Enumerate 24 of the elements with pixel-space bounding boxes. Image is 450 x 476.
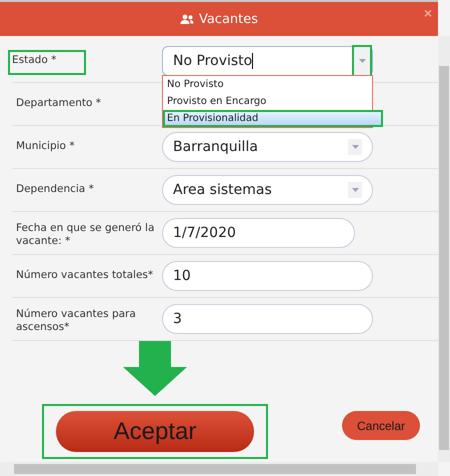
dropdown-option[interactable]: No Provisto — [163, 76, 372, 93]
users-icon — [180, 14, 194, 24]
select-field[interactable]: No Provisto — [162, 46, 373, 76]
horizontal-scrollbar[interactable] — [0, 462, 438, 476]
field-label: Estado * — [8, 50, 86, 75]
caret-icon[interactable] — [354, 47, 370, 75]
select-field[interactable]: Barranquilla — [162, 132, 373, 162]
button[interactable]: Cancelar — [342, 411, 420, 440]
field-label: Número vacantes totales* — [15, 268, 154, 283]
caret-icon[interactable] — [348, 182, 362, 198]
input-field[interactable]: 10 — [162, 261, 373, 291]
field-label: Dependencia * — [15, 182, 95, 197]
caret-icon[interactable] — [348, 139, 362, 155]
field-label: Departamento * — [15, 96, 102, 111]
dropdown-option[interactable]: Provisto en Encargo — [163, 93, 372, 110]
dropdown-option[interactable]: En Provisionalidad — [163, 110, 383, 127]
vertical-scrollbar[interactable] — [438, 36, 450, 462]
field-label: Número vacantes para ascensos* — [15, 307, 137, 335]
select-field[interactable]: Area sistemas — [162, 175, 373, 205]
date-field[interactable]: 1/7/2020 — [162, 218, 355, 248]
input-field[interactable]: 3 — [162, 304, 373, 334]
field-label: Municipio * — [15, 139, 76, 154]
field-label: Fecha en que se generó la vacante: * — [15, 221, 156, 249]
window-title: Vacantes — [198, 12, 258, 26]
